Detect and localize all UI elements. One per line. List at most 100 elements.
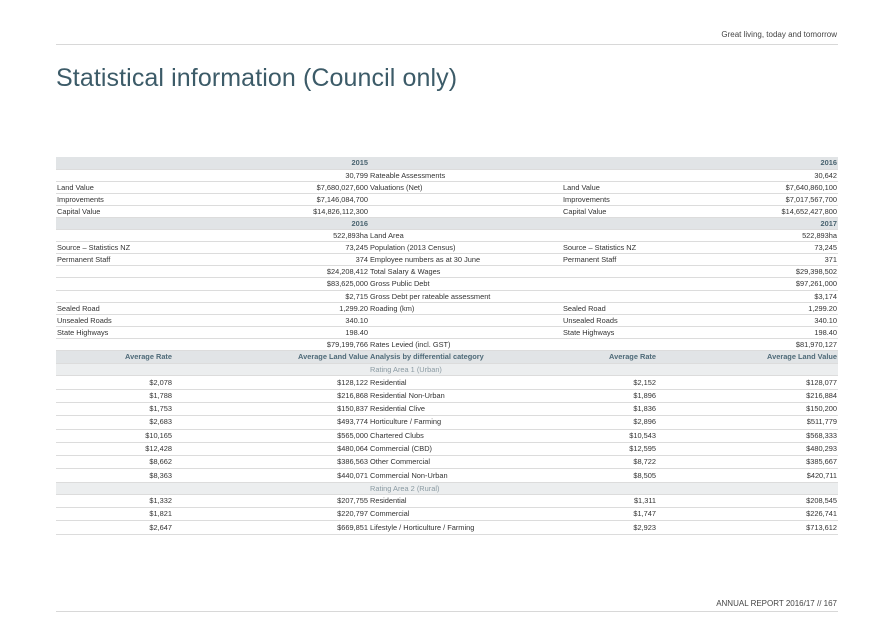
category-cell: Chartered Clubs bbox=[369, 429, 562, 443]
right-average-land-value-cell: $420,711 bbox=[657, 468, 838, 483]
right-value-cell: 371 bbox=[657, 253, 838, 267]
left-label-cell: Sealed Road bbox=[56, 302, 173, 315]
metric-name-cell bbox=[369, 193, 562, 206]
metric-name-cell: Population (2013 Census) bbox=[369, 241, 562, 255]
right-average-land-value-cell: $128,077 bbox=[657, 375, 838, 390]
right-label-cell: Improvements bbox=[562, 193, 657, 206]
empty-cell bbox=[369, 157, 562, 170]
table-row: $2,715 Gross Debt per rateable assessment… bbox=[56, 290, 838, 303]
category-cell: Commercial (CBD) bbox=[369, 442, 562, 457]
statistics-table: 2015 2016 30,799 Rateable Assessments 30,642… bbox=[56, 157, 838, 535]
analysis-header-row: Average Rate Average Land Value Analysis b… bbox=[56, 350, 838, 365]
category-cell: Other Commercial bbox=[369, 455, 562, 470]
table-row: 30,799 Rateable Assessments 30,642 bbox=[56, 169, 838, 182]
table-row: $1,332 $207,755 Residential $1,311 $208,545 bbox=[56, 494, 838, 509]
year-left-label: 2015 bbox=[173, 157, 369, 170]
table-row: $8,662 $386,563 Other Commercial $8,722 $385… bbox=[56, 455, 838, 470]
left-value-cell: $24,208,412 bbox=[173, 265, 369, 279]
right-value-cell: $97,261,000 bbox=[657, 277, 838, 291]
left-average-land-value-cell: $493,774 bbox=[173, 415, 369, 430]
rating-area-title: Rating Area 1 (Urban) bbox=[369, 363, 562, 377]
left-label-cell: Unsealed Roads bbox=[56, 314, 173, 327]
left-average-land-value-cell: $669,851 bbox=[173, 520, 369, 535]
category-cell: Commercial Non-Urban bbox=[369, 468, 562, 483]
right-average-rate-cell: $1,836 bbox=[562, 402, 657, 417]
column-header-average-rate-right: Average Rate bbox=[562, 350, 657, 365]
table-row: $10,165 $565,000 Chartered Clubs $10,543 $56… bbox=[56, 429, 838, 443]
right-average-land-value-cell: $480,293 bbox=[657, 442, 838, 457]
right-average-rate-cell: $2,152 bbox=[562, 375, 657, 390]
left-average-rate-cell: $1,332 bbox=[56, 494, 173, 509]
right-value-cell: $3,174 bbox=[657, 290, 838, 303]
empty-cell bbox=[657, 363, 838, 377]
empty-cell bbox=[56, 217, 173, 231]
table-row: $2,647 $669,851 Lifestyle / Horticulture /… bbox=[56, 520, 838, 535]
rating-area-row: Rating Area 1 (Urban) bbox=[56, 363, 838, 377]
statistics-table-body: 2015 2016 30,799 Rateable Assessments 30,642… bbox=[56, 157, 838, 535]
year-left-label: 2016 bbox=[173, 217, 369, 231]
left-label-cell bbox=[56, 169, 173, 182]
left-value-cell: 30,799 bbox=[173, 169, 369, 182]
category-cell: Horticulture / Farming bbox=[369, 415, 562, 430]
left-average-rate-cell: $8,363 bbox=[56, 468, 173, 483]
left-average-land-value-cell: $386,563 bbox=[173, 455, 369, 470]
column-header-average-land-value-left: Average Land Value bbox=[173, 350, 369, 365]
right-average-rate-cell: $1,747 bbox=[562, 507, 657, 522]
column-header-average-land-value-right: Average Land Value bbox=[657, 350, 838, 365]
right-average-rate-cell: $1,311 bbox=[562, 494, 657, 509]
table-row: Sealed Road 1,299.20 Roading (km) Sealed Ro… bbox=[56, 302, 838, 315]
empty-cell bbox=[173, 363, 369, 377]
left-label-cell bbox=[56, 277, 173, 291]
right-label-cell bbox=[562, 290, 657, 303]
right-value-cell: $14,652,427,800 bbox=[657, 205, 838, 218]
right-average-rate-cell: $8,505 bbox=[562, 468, 657, 483]
left-average-rate-cell: $12,428 bbox=[56, 442, 173, 457]
rating-area-title: Rating Area 2 (Rural) bbox=[369, 482, 562, 495]
empty-cell bbox=[562, 482, 657, 495]
right-average-land-value-cell: $150,200 bbox=[657, 402, 838, 417]
right-label-cell: Source – Statistics NZ bbox=[562, 241, 657, 255]
category-cell: Residential Non-Urban bbox=[369, 389, 562, 403]
right-value-cell: $7,017,567,700 bbox=[657, 193, 838, 206]
right-average-rate-cell: $10,543 bbox=[562, 429, 657, 443]
metric-name-cell: Rateable Assessments bbox=[369, 169, 562, 182]
table-row: $1,753 $150,837 Residential Clive $1,836 $15… bbox=[56, 402, 838, 417]
right-label-cell: Unsealed Roads bbox=[562, 314, 657, 327]
table-row: 522,893ha Land Area 522,893ha bbox=[56, 229, 838, 243]
right-average-land-value-cell: $208,545 bbox=[657, 494, 838, 509]
right-value-cell: 1,299.20 bbox=[657, 302, 838, 315]
metric-name-cell: Total Salary & Wages bbox=[369, 265, 562, 279]
category-cell: Commercial bbox=[369, 507, 562, 522]
left-label-cell bbox=[56, 338, 173, 352]
right-average-rate-cell: $1,896 bbox=[562, 389, 657, 403]
table-row: $79,199,766 Rates Levied (incl. GST) $81,9… bbox=[56, 338, 838, 352]
metric-name-cell: Gross Public Debt bbox=[369, 277, 562, 291]
right-value-cell: 73,245 bbox=[657, 241, 838, 255]
right-average-land-value-cell: $385,667 bbox=[657, 455, 838, 470]
column-header-average-rate-left: Average Rate bbox=[56, 350, 173, 365]
left-average-rate-cell: $2,647 bbox=[56, 520, 173, 535]
right-label-cell bbox=[562, 169, 657, 182]
category-cell: Residential bbox=[369, 375, 562, 390]
table-row: $83,625,000 Gross Public Debt $97,261,000 bbox=[56, 277, 838, 291]
left-average-land-value-cell: $216,868 bbox=[173, 389, 369, 403]
left-average-land-value-cell: $480,064 bbox=[173, 442, 369, 457]
right-average-land-value-cell: $568,333 bbox=[657, 429, 838, 443]
year-right-label: 2017 bbox=[657, 217, 838, 231]
category-cell: Residential Clive bbox=[369, 402, 562, 417]
left-label-cell bbox=[56, 229, 173, 243]
right-value-cell: $29,398,502 bbox=[657, 265, 838, 279]
metric-name-cell: Employee numbers as at 30 June bbox=[369, 253, 562, 267]
left-label-cell: Capital Value bbox=[56, 205, 173, 218]
empty-cell bbox=[173, 482, 369, 495]
left-average-land-value-cell: $150,837 bbox=[173, 402, 369, 417]
left-label-cell: Land Value bbox=[56, 181, 173, 194]
table-row: Unsealed Roads 340.10 Unsealed Roads 340.10 bbox=[56, 314, 838, 327]
left-value-cell: $2,715 bbox=[173, 290, 369, 303]
table-row: Land Value $7,680,027,600 Valuations (Net)… bbox=[56, 181, 838, 194]
category-cell: Residential bbox=[369, 494, 562, 509]
left-label-cell: Improvements bbox=[56, 193, 173, 206]
metric-name-cell bbox=[369, 205, 562, 218]
right-average-rate-cell: $2,923 bbox=[562, 520, 657, 535]
footer-divider bbox=[56, 611, 838, 612]
